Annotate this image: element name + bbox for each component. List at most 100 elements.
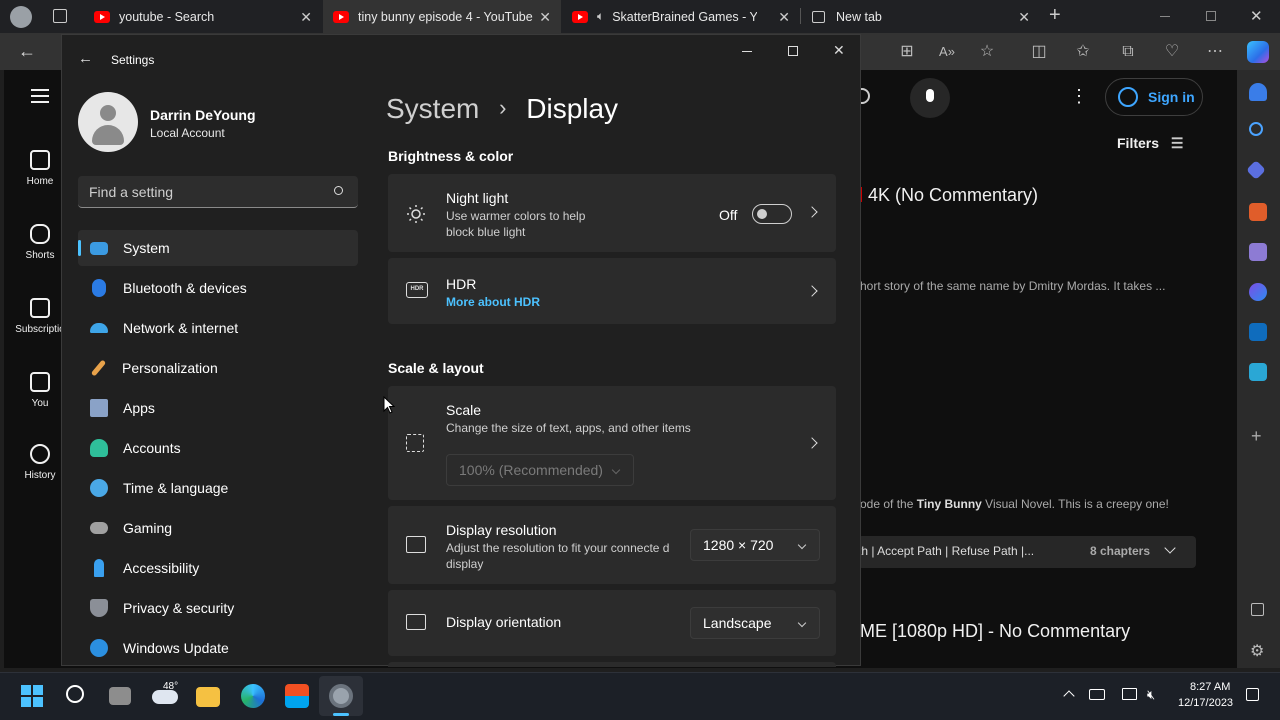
- nav-item-personalization[interactable]: Personalization: [78, 350, 358, 386]
- yt-settings-kebab-icon[interactable]: ⋮: [1070, 86, 1088, 107]
- nav-item-system[interactable]: System: [78, 230, 358, 266]
- nav-item-bluetooth[interactable]: Bluetooth & devices: [78, 270, 358, 306]
- accounts-icon: [90, 439, 108, 457]
- nav-item-accessibility[interactable]: Accessibility: [78, 550, 358, 586]
- minimize-icon[interactable]: [742, 51, 752, 52]
- settings-back-icon[interactable]: ←: [78, 50, 93, 67]
- nav-item-privacy-security[interactable]: Privacy & security: [78, 590, 358, 626]
- tools-icon[interactable]: [1249, 203, 1267, 221]
- you-icon: [30, 372, 50, 392]
- back-icon[interactable]: ←: [18, 41, 36, 62]
- sign-in-button[interactable]: Sign in: [1105, 78, 1203, 116]
- breadcrumb-parent[interactable]: System: [386, 93, 479, 124]
- taskbar-search-icon[interactable]: [66, 685, 84, 703]
- video-title[interactable]: 4K (No Commentary): [868, 185, 1038, 206]
- tab-tiny-bunny[interactable]: tiny bunny episode 4 - YouTube ✕: [323, 0, 561, 33]
- notification-center-icon[interactable]: [1246, 688, 1259, 701]
- start-button[interactable]: [21, 685, 43, 707]
- drop-icon[interactable]: [1249, 363, 1267, 381]
- hdr-row[interactable]: HDR HDR More about HDR: [388, 258, 836, 324]
- avatar[interactable]: [78, 92, 138, 152]
- video-description: hort story of the same name by Dmitry Mo…: [860, 279, 1166, 293]
- outlook-icon[interactable]: [1249, 323, 1267, 341]
- close-tab-icon[interactable]: ✕: [1018, 9, 1030, 26]
- tab-new-tab[interactable]: New tab ✕: [802, 0, 1040, 33]
- keyboard-icon[interactable]: [1089, 689, 1105, 700]
- microsoft-store-icon[interactable]: [285, 684, 309, 708]
- maximize-icon[interactable]: [788, 46, 798, 56]
- voice-search-button[interactable]: [910, 78, 950, 118]
- notifications-icon[interactable]: [1249, 83, 1267, 101]
- close-tab-icon[interactable]: ✕: [539, 9, 551, 26]
- favorites-icon[interactable]: ✩: [1073, 42, 1093, 62]
- nav-item-time-language[interactable]: Time & language: [78, 470, 358, 506]
- file-explorer-icon[interactable]: [196, 687, 220, 707]
- nav-item-network[interactable]: Network & internet: [78, 310, 358, 346]
- hamburger-menu-icon[interactable]: [31, 89, 49, 103]
- tab-youtube-search[interactable]: youtube - Search ✕: [84, 0, 322, 33]
- next-row-partial: [388, 662, 836, 667]
- nav-item-apps[interactable]: Apps: [78, 390, 358, 426]
- sidebar-layout-icon[interactable]: [1251, 603, 1264, 616]
- nav-item-windows-update[interactable]: Windows Update: [78, 630, 358, 666]
- profile-avatar[interactable]: [10, 6, 32, 28]
- weather-cloud-icon[interactable]: [152, 690, 178, 704]
- settings-search-input[interactable]: Find a setting: [78, 176, 358, 208]
- volume-muted-icon[interactable]: 🔇︎: [1147, 687, 1155, 703]
- orientation-dropdown[interactable]: Landscape: [690, 607, 820, 639]
- close-tab-icon[interactable]: ✕: [778, 9, 790, 26]
- tab-actions-icon[interactable]: [53, 9, 67, 23]
- scale-row[interactable]: Scale Change the size of text, apps, and…: [388, 386, 836, 500]
- tab-skatterbrained[interactable]: 🔈︎ SkatterBrained Games - You ✕: [562, 0, 800, 33]
- hdr-link[interactable]: More about HDR: [446, 294, 540, 310]
- minimize-icon[interactable]: [1160, 16, 1170, 17]
- nav-item-gaming[interactable]: Gaming: [78, 510, 358, 546]
- games-icon[interactable]: [1249, 243, 1267, 261]
- favorite-star-icon[interactable]: ☆: [977, 42, 997, 62]
- microsoft365-icon[interactable]: [1249, 283, 1267, 301]
- nav-label: Personalization: [122, 360, 218, 376]
- breadcrumb: System › Display: [386, 93, 618, 125]
- split-screen-icon[interactable]: ◫: [1029, 42, 1049, 62]
- copilot-icon[interactable]: [1247, 41, 1269, 63]
- chapters-bar[interactable]: th | Accept Path | Refuse Path |... 8 ch…: [858, 536, 1196, 568]
- resolution-dropdown[interactable]: 1280 × 720: [690, 529, 820, 561]
- scale-dropdown[interactable]: 100% (Recommended): [446, 454, 634, 486]
- more-menu-icon[interactable]: ⋯: [1205, 42, 1225, 62]
- close-tab-icon[interactable]: ✕: [300, 9, 312, 26]
- collections-icon[interactable]: ⧉: [1118, 42, 1138, 62]
- tab-title: tiny bunny episode 4 - YouTube: [358, 9, 533, 24]
- read-aloud-icon[interactable]: A»: [937, 42, 957, 62]
- resolution-title: Display resolution: [446, 522, 557, 538]
- breadcrumb-separator: ›: [499, 95, 507, 120]
- nav-item-accounts[interactable]: Accounts: [78, 430, 358, 466]
- search-icon[interactable]: [1249, 122, 1263, 136]
- filters-button[interactable]: Filters ☰: [1117, 135, 1183, 152]
- settings-app-title: Settings: [111, 53, 155, 67]
- sidebar-settings-gear-icon[interactable]: ⚙: [1250, 641, 1264, 661]
- chevron-right-icon: [806, 437, 818, 449]
- night-light-toggle[interactable]: [752, 204, 792, 224]
- clock-date[interactable]: 12/17/2023: [1178, 697, 1233, 709]
- shorts-icon: [30, 224, 50, 244]
- restore-icon[interactable]: [1206, 11, 1216, 21]
- night-light-row[interactable]: Night light Use warmer colors to help bl…: [388, 174, 836, 252]
- shield-icon: [90, 599, 108, 617]
- close-icon[interactable]: ✕: [833, 42, 845, 59]
- new-tab-button[interactable]: +: [1049, 4, 1061, 27]
- performance-icon[interactable]: ♡: [1162, 42, 1182, 62]
- add-sidebar-app-icon[interactable]: +: [1251, 426, 1262, 447]
- close-window-icon[interactable]: ✕: [1250, 7, 1263, 25]
- edge-browser-icon[interactable]: [241, 684, 265, 708]
- settings-app-icon[interactable]: [329, 684, 353, 708]
- video-title[interactable]: ME [1080p HD] - No Commentary: [860, 621, 1130, 642]
- task-view-icon[interactable]: [109, 687, 131, 705]
- clock-time[interactable]: 8:27 AM: [1190, 681, 1230, 693]
- nav-label: Privacy & security: [123, 600, 235, 616]
- speaker-icon[interactable]: 🔈︎: [597, 9, 604, 24]
- orientation-value: Landscape: [703, 615, 772, 631]
- display-icon[interactable]: [1122, 688, 1137, 700]
- display-orientation-row: Display orientation Landscape: [388, 590, 836, 656]
- nav-label: Gaming: [123, 520, 173, 536]
- apps-icon[interactable]: ⊞: [897, 42, 917, 62]
